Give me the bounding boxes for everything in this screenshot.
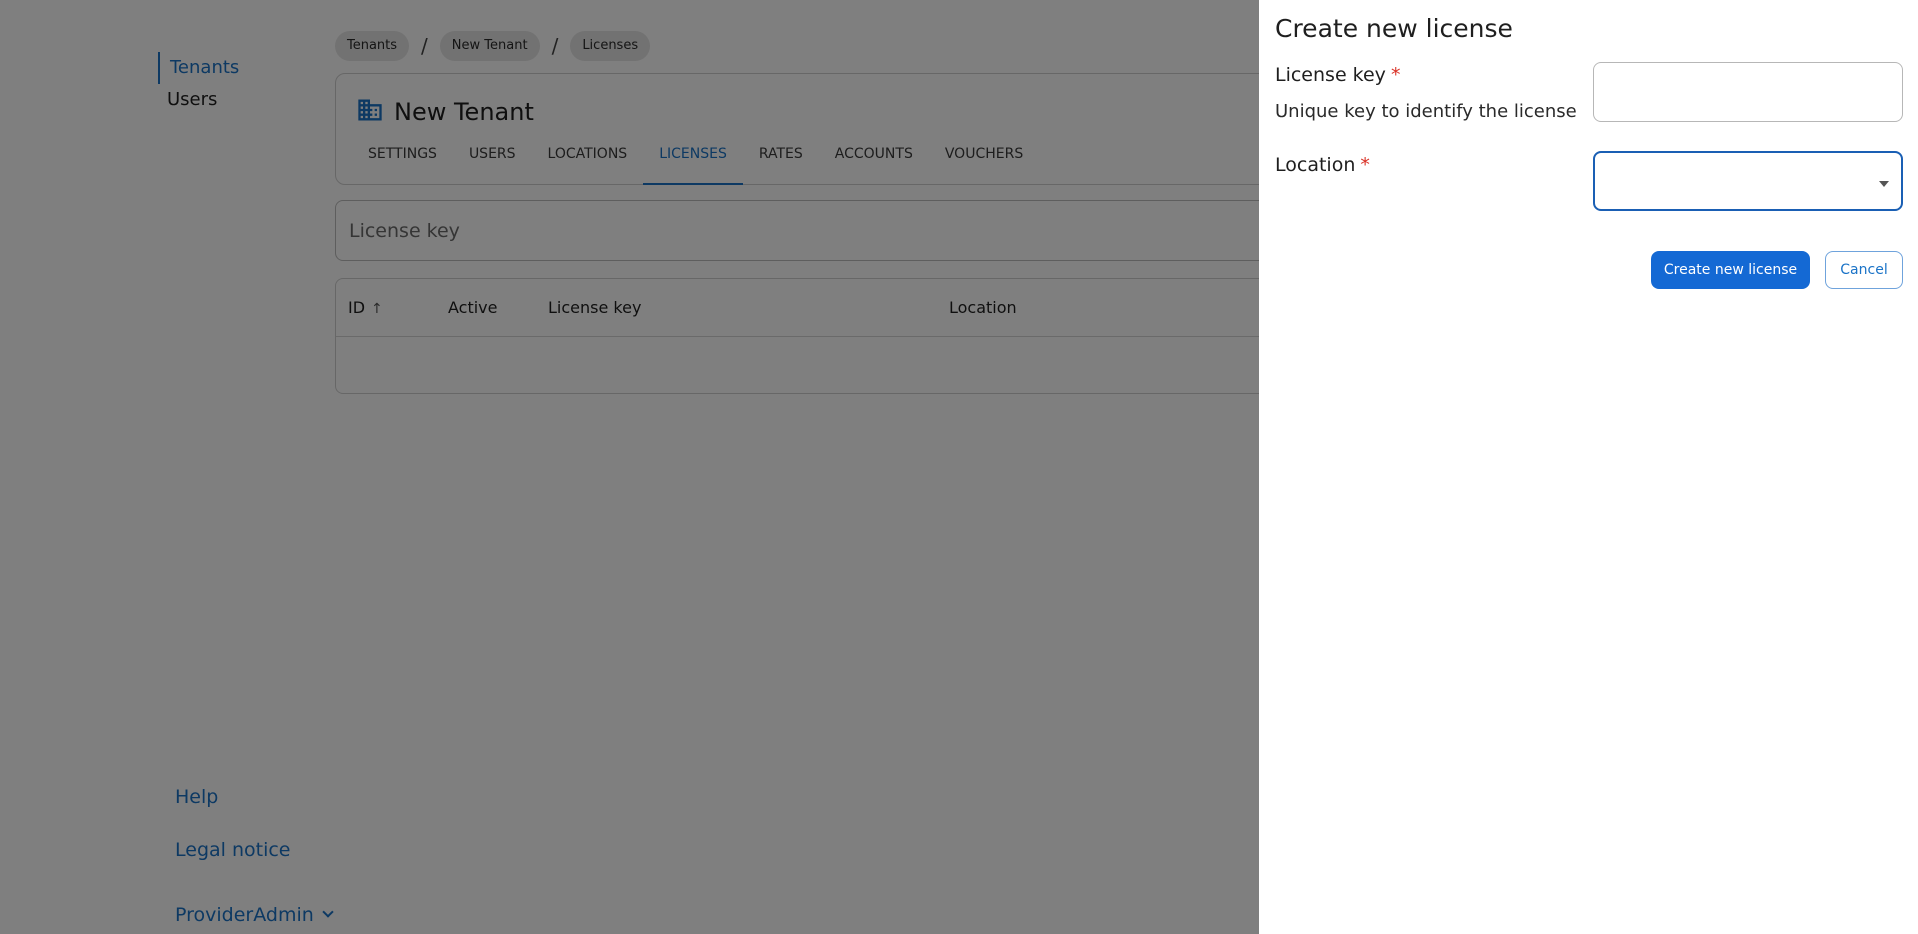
create-license-drawer: Create new license License key * Unique k… — [1259, 0, 1918, 934]
required-marker: * — [1390, 64, 1401, 86]
drawer-title: Create new license — [1275, 14, 1513, 43]
location-label-text: Location — [1275, 154, 1356, 176]
license-key-hint: Unique key to identify the license — [1275, 101, 1577, 122]
dropdown-caret-icon — [1879, 181, 1889, 187]
required-marker: * — [1360, 154, 1370, 176]
cancel-button[interactable]: Cancel — [1825, 251, 1903, 289]
license-key-input[interactable] — [1594, 63, 1902, 121]
create-license-button[interactable]: Create new license — [1651, 251, 1810, 289]
location-select[interactable] — [1593, 151, 1903, 211]
license-key-field — [1593, 62, 1903, 122]
license-key-label-text: License key — [1275, 64, 1386, 86]
license-key-label: License key * — [1275, 64, 1400, 86]
location-label: Location * — [1275, 154, 1370, 176]
